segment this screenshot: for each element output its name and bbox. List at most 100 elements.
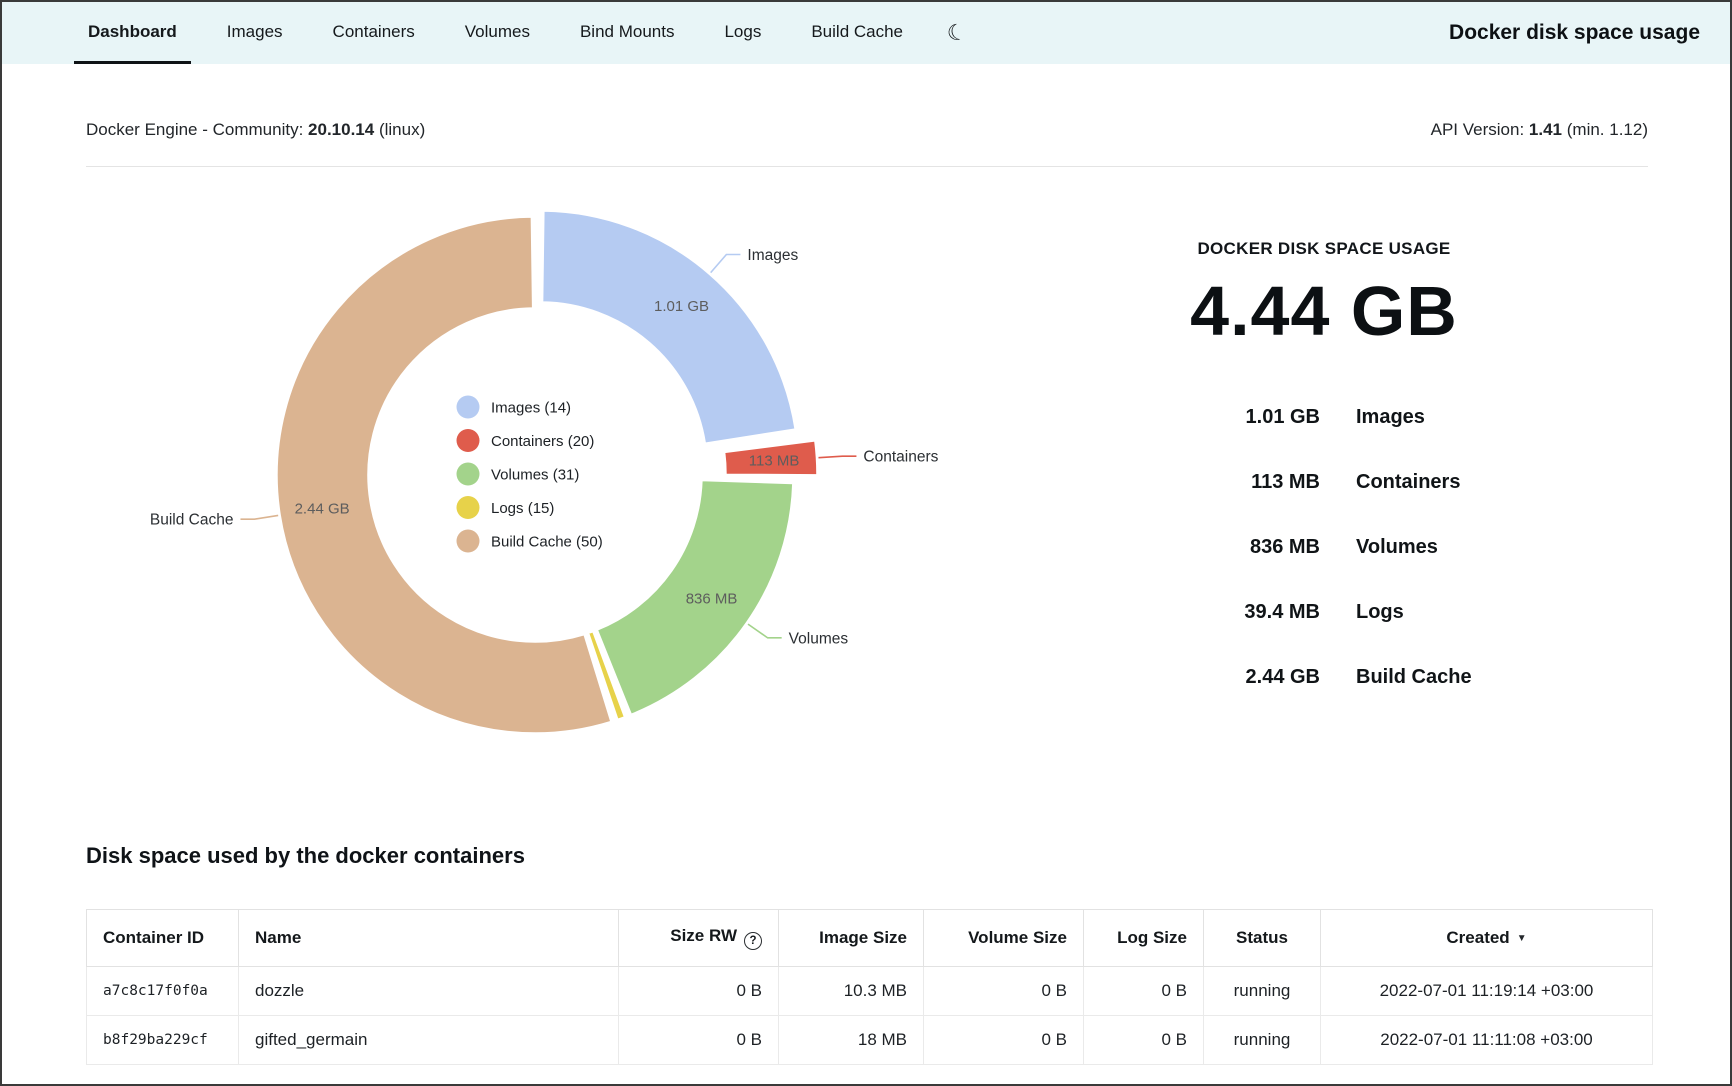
donut-callout-line-volumes — [748, 624, 782, 638]
tab-images[interactable]: Images — [213, 2, 297, 64]
cell-volume-size: 0 B — [924, 967, 1084, 1016]
usage-value: 113 MB — [1112, 471, 1320, 494]
disk-usage-donut-chart: 1.01 GB Images 113 MB Containers 836 MB Volum… — [2, 167, 1012, 787]
col-header-label: Status — [1236, 928, 1288, 947]
usage-items: 1.01 GB Images 113 MB Containers 836 MB … — [1094, 385, 1554, 710]
containers-table: Container ID Name Size RW? Image Size Vo… — [86, 909, 1653, 1065]
donut-callout-line-build-cache — [240, 515, 278, 519]
tab-containers[interactable]: Containers — [319, 2, 429, 64]
cell-image-size: 18 MB — [779, 1016, 924, 1065]
usage-summary-title: DOCKER DISK SPACE USAGE — [1094, 239, 1554, 259]
col-header-status[interactable]: Status — [1204, 910, 1321, 967]
moon-icon: ☾ — [945, 20, 969, 46]
tab-dashboard[interactable]: Dashboard — [74, 2, 191, 64]
engine-platform: (linux) — [379, 120, 425, 139]
usage-value: 1.01 GB — [1112, 406, 1320, 429]
col-header-volume-size[interactable]: Volume Size — [924, 910, 1084, 967]
col-header-label: Name — [255, 928, 301, 947]
usage-total: 4.44 GB — [1094, 271, 1554, 351]
cell-status: running — [1204, 967, 1321, 1016]
donut-value-label-containers: 113 MB — [749, 452, 800, 469]
engine-version: 20.10.14 — [308, 120, 374, 139]
help-icon[interactable]: ? — [744, 932, 762, 950]
donut-callout-line-containers — [818, 456, 856, 457]
engine-label: Docker Engine - Community: — [86, 120, 303, 139]
tab-label: Containers — [333, 22, 415, 42]
legend-swatch-build-cache[interactable] — [457, 530, 480, 553]
usage-item-containers: 113 MB Containers — [1094, 450, 1554, 515]
table-row[interactable]: a7c8c17f0f0a dozzle 0 B 10.3 MB 0 B 0 B … — [87, 967, 1653, 1016]
col-header-container-id[interactable]: Container ID — [87, 910, 239, 967]
col-header-image-size[interactable]: Image Size — [779, 910, 924, 967]
tab-label: Bind Mounts — [580, 22, 675, 42]
tab-label: Volumes — [465, 22, 530, 42]
legend-swatch-logs[interactable] — [457, 496, 480, 519]
legend-label-images: Images (14) — [491, 400, 571, 417]
top-nav: Dashboard Images Containers Volumes Bind… — [2, 2, 1730, 64]
usage-value: 2.44 GB — [1112, 666, 1320, 689]
donut-slice-images[interactable] — [543, 211, 796, 443]
usage-label: Logs — [1320, 601, 1536, 624]
nav-tabs: Dashboard Images Containers Volumes Bind… — [74, 2, 975, 64]
usage-item-images: 1.01 GB Images — [1094, 385, 1554, 450]
tab-label: Logs — [724, 22, 761, 42]
col-header-log-size[interactable]: Log Size — [1084, 910, 1204, 967]
usage-item-build-cache: 2.44 GB Build Cache — [1094, 645, 1554, 710]
usage-label: Volumes — [1320, 536, 1536, 559]
cell-created: 2022-07-01 11:19:14 +03:00 — [1321, 967, 1653, 1016]
docker-disk-usage-page: Dashboard Images Containers Volumes Bind… — [0, 0, 1732, 1086]
donut-callout-label-containers: Containers — [863, 449, 938, 466]
api-info: API Version: 1.41 (min. 1.12) — [1431, 120, 1648, 140]
theme-toggle-button[interactable]: ☾ — [939, 2, 975, 64]
legend-swatch-volumes[interactable] — [457, 463, 480, 486]
donut-value-label-volumes: 836 MB — [686, 591, 738, 608]
donut-callout-label-build-cache: Build Cache — [150, 512, 234, 529]
table-header-row: Container ID Name Size RW? Image Size Vo… — [87, 910, 1653, 967]
cell-image-size: 10.3 MB — [779, 967, 924, 1016]
cell-size-rw: 0 B — [619, 967, 779, 1016]
tab-label: Dashboard — [88, 22, 177, 42]
tab-logs[interactable]: Logs — [710, 2, 775, 64]
cell-created: 2022-07-01 11:11:08 +03:00 — [1321, 1016, 1653, 1065]
donut-value-label-images: 1.01 GB — [654, 298, 709, 315]
cell-log-size: 0 B — [1084, 1016, 1204, 1065]
usage-value: 39.4 MB — [1112, 601, 1320, 624]
engine-info: Docker Engine - Community: 20.10.14 (lin… — [86, 120, 425, 140]
cell-size-rw: 0 B — [619, 1016, 779, 1065]
cell-container-id: a7c8c17f0f0a — [87, 967, 239, 1016]
sort-desc-icon: ▼ — [1517, 933, 1527, 944]
cell-name: gifted_germain — [239, 1016, 619, 1065]
table-row[interactable]: b8f29ba229cf gifted_germain 0 B 18 MB 0 … — [87, 1016, 1653, 1065]
api-version: 1.41 — [1529, 120, 1562, 139]
col-header-name[interactable]: Name — [239, 910, 619, 967]
donut-callout-label-volumes: Volumes — [789, 630, 849, 647]
col-header-label: Volume Size — [968, 928, 1067, 947]
col-header-label: Image Size — [819, 928, 907, 947]
tab-label: Images — [227, 22, 283, 42]
donut-callout-label-images: Images — [747, 247, 798, 264]
cell-log-size: 0 B — [1084, 967, 1204, 1016]
legend-label-volumes: Volumes (31) — [491, 467, 579, 484]
col-header-label: Log Size — [1117, 928, 1187, 947]
containers-table-heading: Disk space used by the docker containers — [86, 843, 1648, 869]
legend-swatch-images[interactable] — [457, 396, 480, 419]
col-header-size-rw[interactable]: Size RW? — [619, 910, 779, 967]
tab-label: Build Cache — [811, 22, 903, 42]
cell-name: dozzle — [239, 967, 619, 1016]
col-header-created[interactable]: Created▼ — [1321, 910, 1653, 967]
usage-label: Images — [1320, 406, 1536, 429]
donut-callout-line-images — [711, 254, 741, 272]
tab-bind-mounts[interactable]: Bind Mounts — [566, 2, 689, 64]
tab-volumes[interactable]: Volumes — [451, 2, 544, 64]
containers-table-section: Disk space used by the docker containers… — [86, 843, 1648, 1065]
legend-label-logs: Logs (15) — [491, 500, 554, 517]
legend-label-containers: Containers (20) — [491, 433, 594, 450]
legend-swatch-containers[interactable] — [457, 429, 480, 452]
usage-summary-panel: DOCKER DISK SPACE USAGE 4.44 GB 1.01 GB … — [1094, 239, 1554, 710]
api-label: API Version: — [1431, 120, 1525, 139]
engine-info-row: Docker Engine - Community: 20.10.14 (lin… — [86, 120, 1648, 140]
tab-build-cache[interactable]: Build Cache — [797, 2, 917, 64]
donut-value-label-build-cache: 2.44 GB — [295, 501, 350, 518]
col-header-label: Container ID — [103, 928, 204, 947]
usage-value: 836 MB — [1112, 536, 1320, 559]
